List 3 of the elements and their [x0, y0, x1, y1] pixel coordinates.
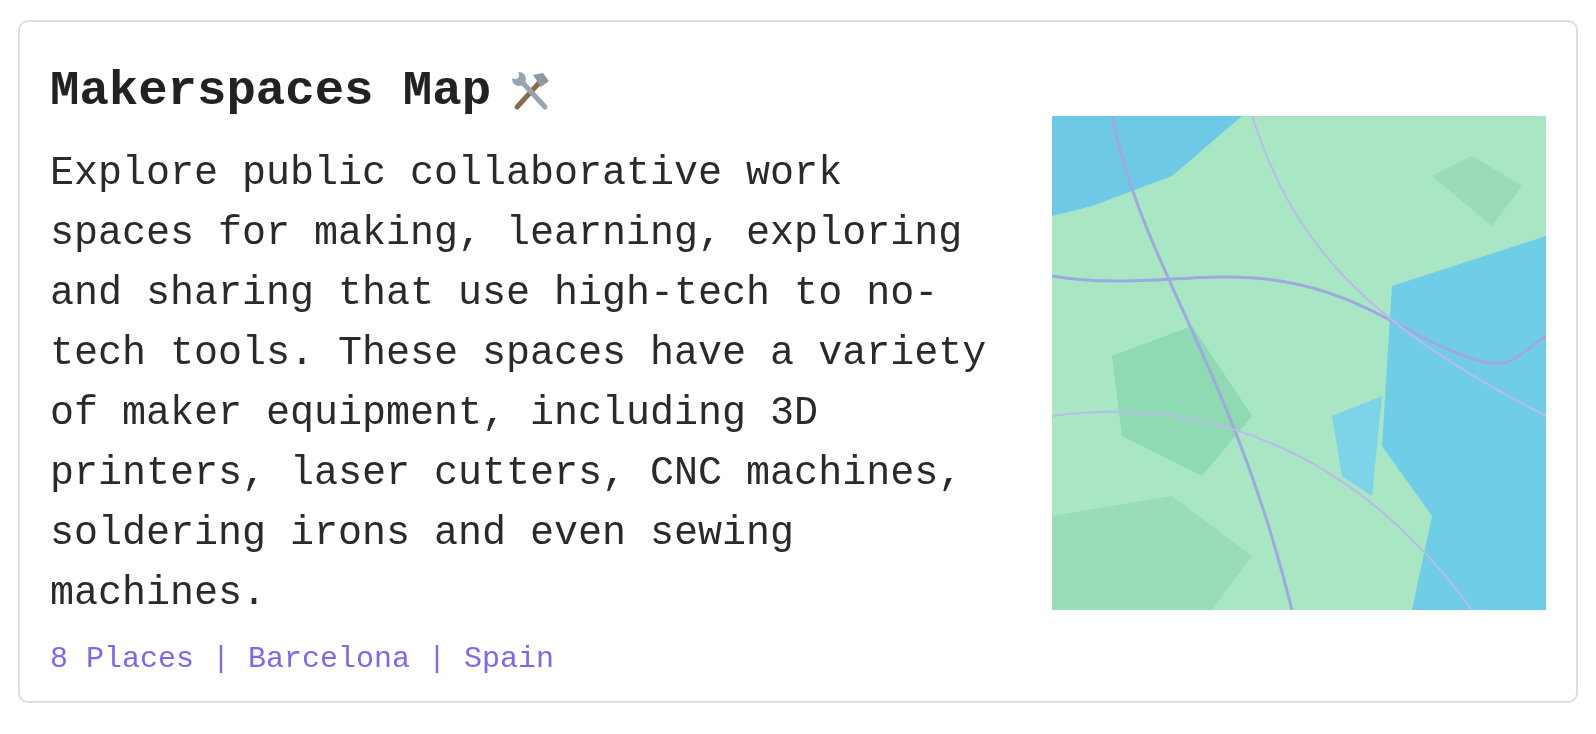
card-title: Makerspaces Map: [50, 63, 492, 119]
card-meta: 8 Places | Barcelona | Spain: [50, 642, 556, 676]
card-description: Explore public collaborative work spaces for making, learning, exploring and sharing that use high-tech to no-tech tools. These spaces have a variety of maker equipment, including 3D printers, laser cutters, CNC machines, soldering irons and even sewing machines.: [50, 150, 988, 618]
